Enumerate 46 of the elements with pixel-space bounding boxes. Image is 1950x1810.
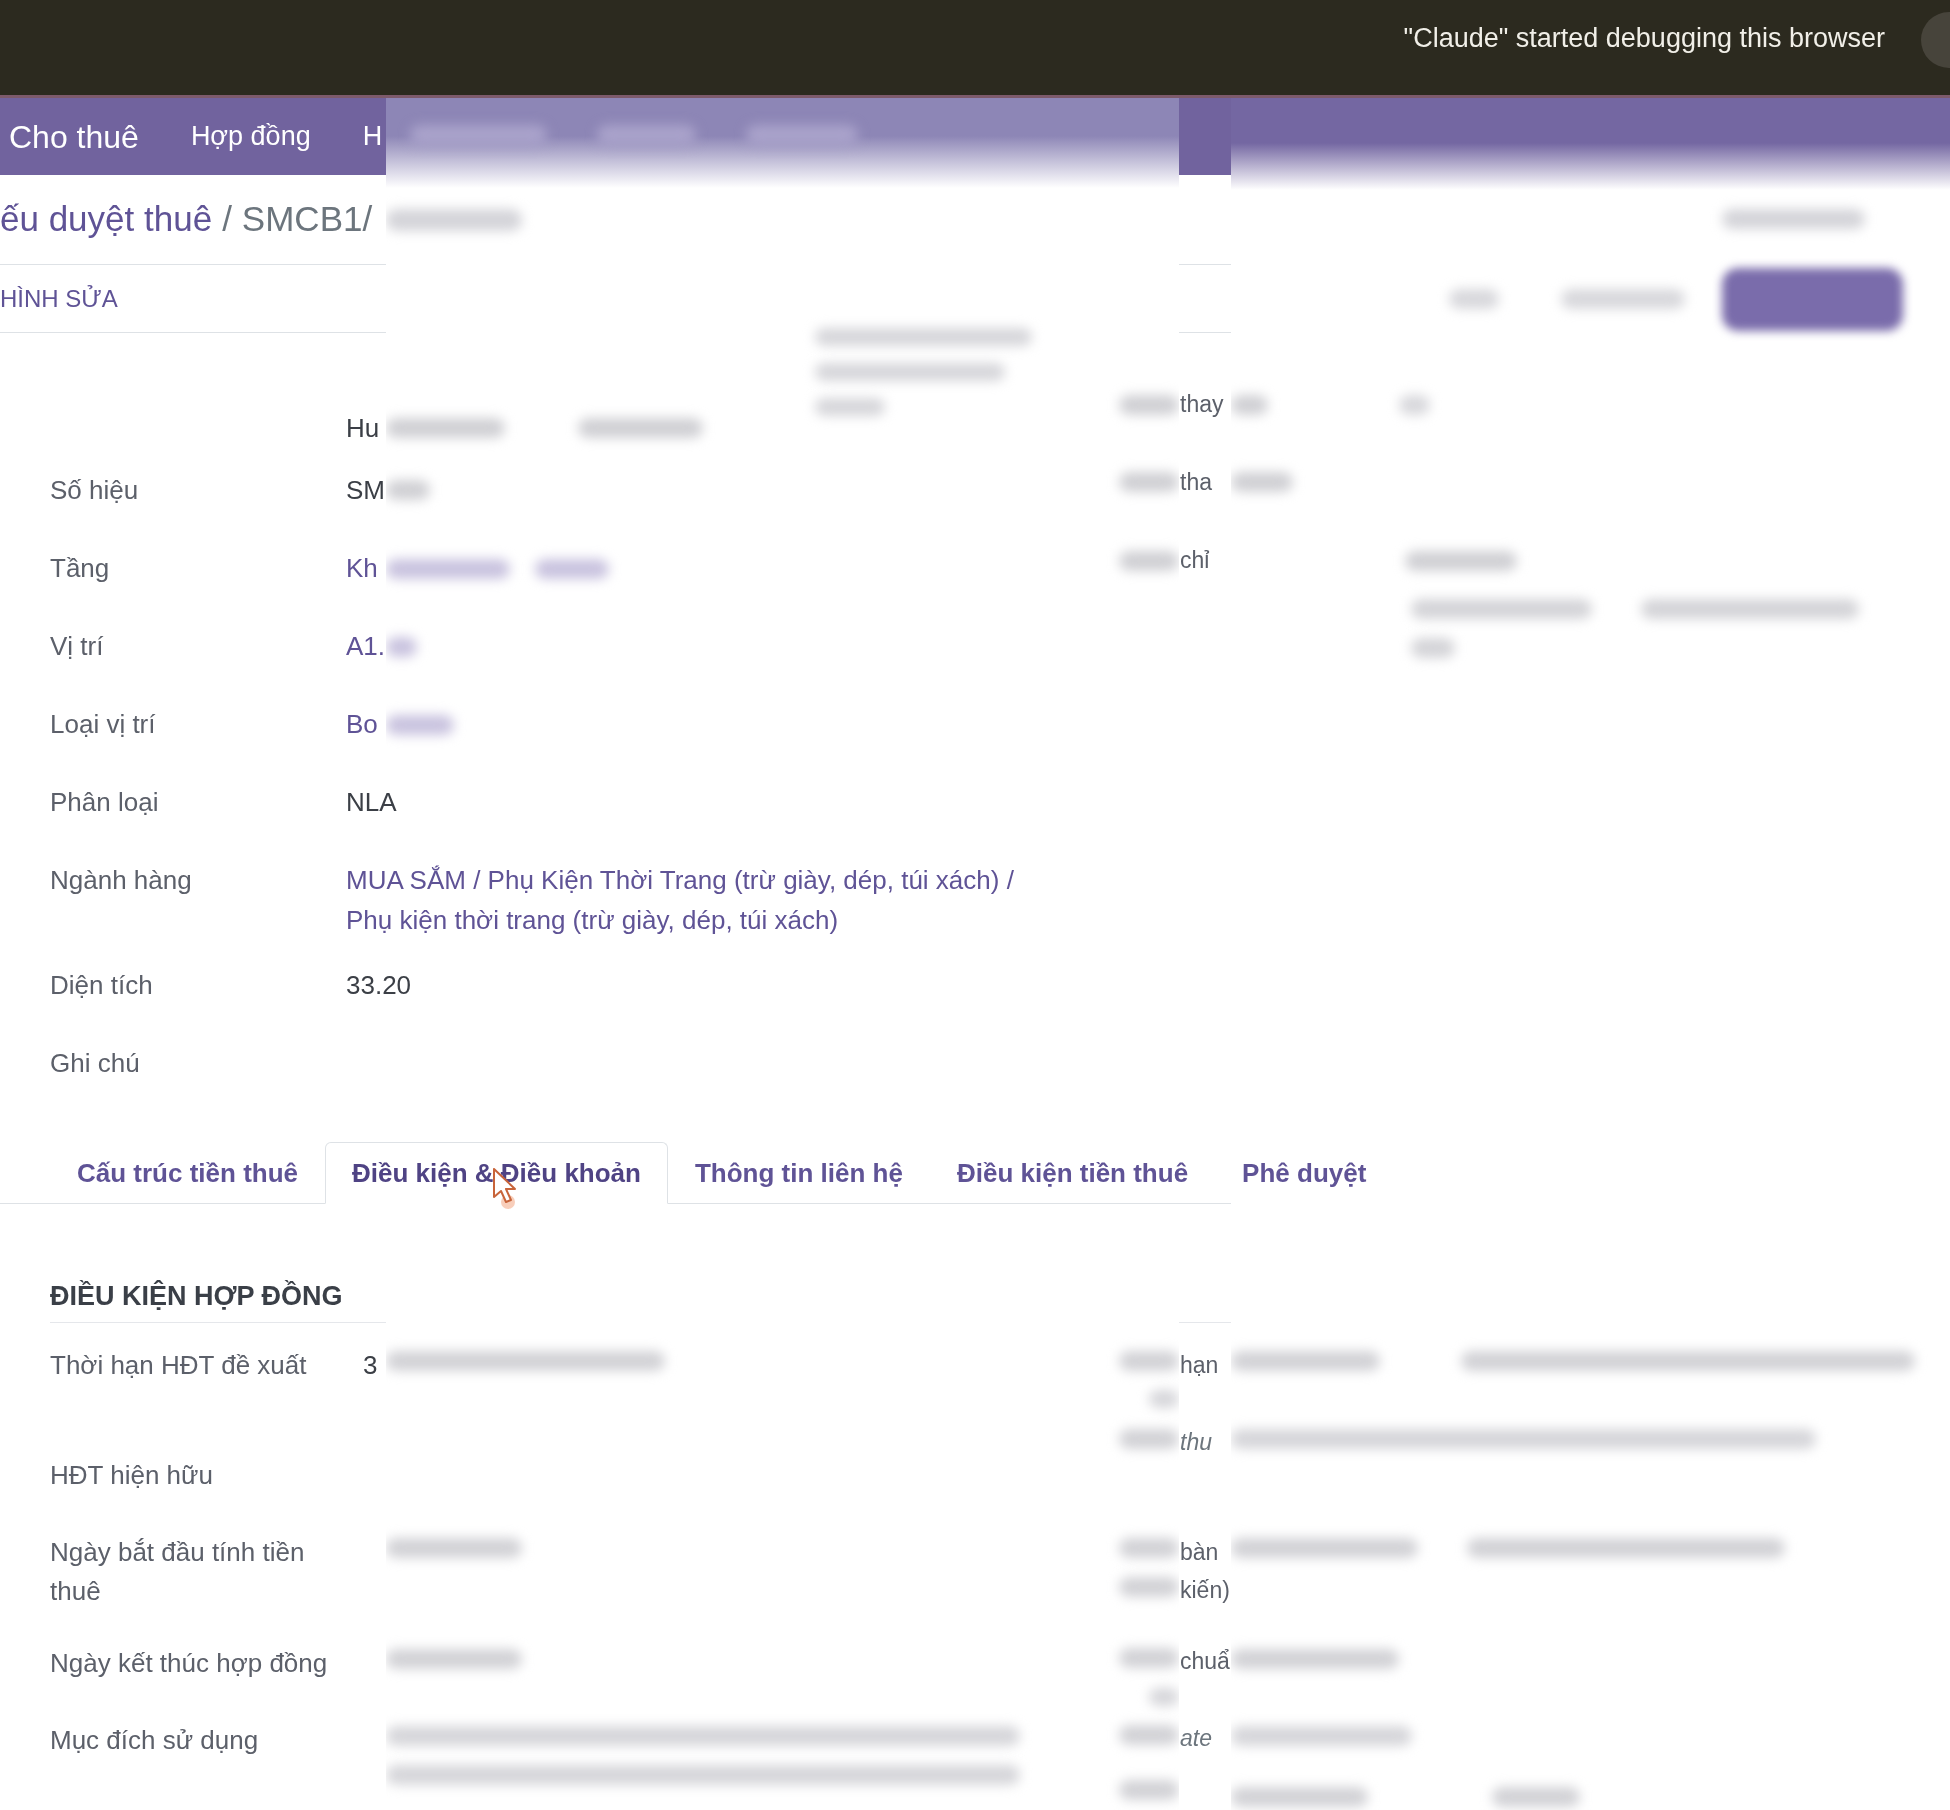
field-label: Loại vị trí — [50, 709, 156, 739]
field-label: Mục đích sử dụng — [50, 1725, 259, 1755]
banner-message: "Claude" started debugging this browser — [1403, 22, 1885, 54]
field-label: Diện tích — [50, 970, 153, 1000]
field-value: NLA — [346, 786, 397, 819]
tab[interactable]: Phê duyệt — [1215, 1142, 1394, 1204]
infobar-button[interactable] — [1921, 12, 1950, 68]
field-link[interactable]: Bo — [346, 704, 378, 757]
field-value: 3 — [363, 1349, 378, 1382]
field-label: tha — [1180, 468, 1213, 497]
field-label: Vị trí — [50, 631, 104, 661]
field-value: Hu — [346, 412, 380, 445]
field-label: Thời hạn HĐT đề xuất — [50, 1350, 307, 1380]
field-label: chuẩ — [1180, 1647, 1230, 1676]
tab[interactable]: Điều kiện & Điều khoản — [325, 1142, 668, 1204]
field-label: Ngày bắt đầu tính tiền thuê — [50, 1537, 305, 1606]
edit-button[interactable]: HÌNH SỬA — [0, 283, 118, 314]
app-name[interactable]: Cho thuê — [9, 112, 139, 161]
field-label: Ngày kết thúc hợp đồng — [50, 1648, 328, 1678]
nav-menu-item[interactable]: Hợp đồng — [190, 116, 311, 157]
help-text: thu — [1180, 1428, 1213, 1457]
field-value: 33.20 — [346, 969, 412, 1002]
tab[interactable]: Thông tin liên hệ — [667, 1142, 930, 1204]
field-link[interactable]: Kh — [346, 548, 378, 601]
field-label: Số hiệu — [50, 475, 139, 505]
breadcrumb-separator: / — [222, 198, 232, 241]
field-label: Tầng — [50, 553, 110, 583]
breadcrumb-current: SMCB1/ — [241, 198, 373, 241]
field-label: kiến) — [1180, 1576, 1230, 1605]
field-link[interactable]: A1. — [346, 626, 386, 679]
field-label: HĐT hiện hữu — [50, 1460, 213, 1490]
nav-menu-item[interactable]: H — [362, 116, 383, 157]
help-text: ate — [1180, 1724, 1213, 1753]
field-label: Ghi chú — [50, 1048, 140, 1078]
field-label: thay — [1180, 390, 1224, 419]
field-link[interactable]: MUA SẮM / Phụ Kiện Thời Trang (trừ giày, dép, túi xách) / Phụ kiện thời trang (trừ giày, dép, túi xách) — [346, 860, 1046, 940]
tab[interactable]: Điều kiện tiền thuê — [929, 1142, 1216, 1204]
field-value: SM — [346, 474, 385, 507]
field-label: hạn — [1180, 1351, 1220, 1380]
breadcrumb-link[interactable]: ếu duyệt thuê — [0, 193, 213, 246]
field-label: Ngành hàng — [50, 865, 192, 895]
field-label: Phân loại — [50, 787, 159, 817]
section-title: ĐIỀU KIỆN HỢP ĐỒNG — [50, 1281, 343, 1311]
field-label: bàn — [1180, 1538, 1220, 1567]
tab[interactable]: Cấu trúc tiền thuê — [50, 1142, 325, 1204]
field-label: chỉ — [1180, 546, 1211, 575]
